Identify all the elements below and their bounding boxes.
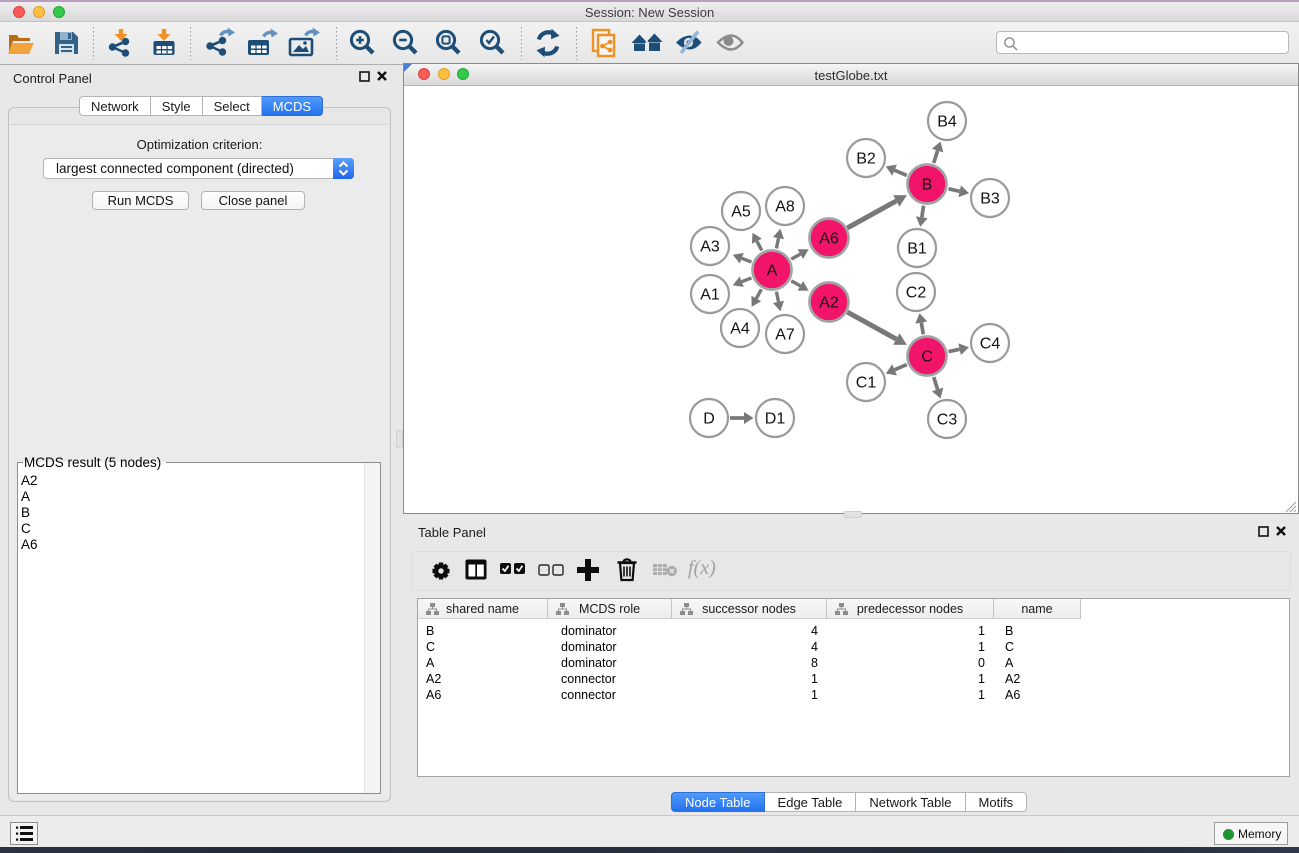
svg-text:C: C <box>921 349 933 366</box>
svg-text:A1: A1 <box>700 287 720 304</box>
svg-text:C3: C3 <box>937 412 958 429</box>
svg-text:A: A <box>767 263 778 280</box>
svg-text:D: D <box>703 411 715 428</box>
svg-text:B: B <box>922 177 933 194</box>
svg-text:A6: A6 <box>819 231 839 248</box>
svg-text:B3: B3 <box>980 191 1000 208</box>
svg-text:C2: C2 <box>906 285 927 302</box>
svg-text:A8: A8 <box>775 199 795 216</box>
svg-text:C4: C4 <box>980 336 1001 353</box>
svg-text:C1: C1 <box>856 375 877 392</box>
svg-text:A4: A4 <box>730 321 750 338</box>
svg-text:A2: A2 <box>819 295 839 312</box>
svg-text:B4: B4 <box>937 114 957 131</box>
svg-text:A5: A5 <box>731 204 751 221</box>
svg-text:A7: A7 <box>775 327 795 344</box>
svg-text:A3: A3 <box>700 239 720 256</box>
svg-text:D1: D1 <box>765 411 786 428</box>
svg-text:B2: B2 <box>856 151 876 168</box>
svg-text:B1: B1 <box>907 241 927 258</box>
